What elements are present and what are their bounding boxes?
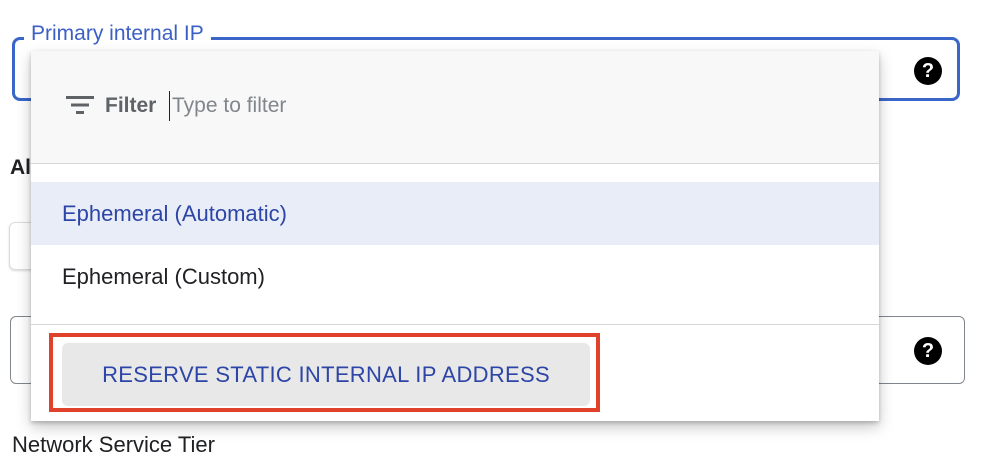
primary-internal-ip-label: Primary internal IP xyxy=(24,20,211,48)
filter-bar: Filter xyxy=(31,51,879,164)
section-label: Al xyxy=(10,156,31,179)
filter-input[interactable] xyxy=(169,91,572,121)
help-icon[interactable]: ? xyxy=(914,57,942,85)
option-ephemeral-automatic[interactable]: Ephemeral (Automatic) xyxy=(31,182,879,245)
help-icon[interactable]: ? xyxy=(914,337,942,365)
divider xyxy=(31,324,879,325)
network-service-tier-label: Network Service Tier xyxy=(12,432,215,457)
reserve-static-ip-button[interactable]: RESERVE STATIC INTERNAL IP ADDRESS xyxy=(62,343,590,406)
filter-label: Filter xyxy=(105,94,157,117)
ip-dropdown-menu: Filter Ephemeral (Automatic) Ephemeral (… xyxy=(31,51,879,421)
option-ephemeral-custom[interactable]: Ephemeral (Custom) xyxy=(31,245,879,308)
filter-lines-icon xyxy=(66,96,94,114)
